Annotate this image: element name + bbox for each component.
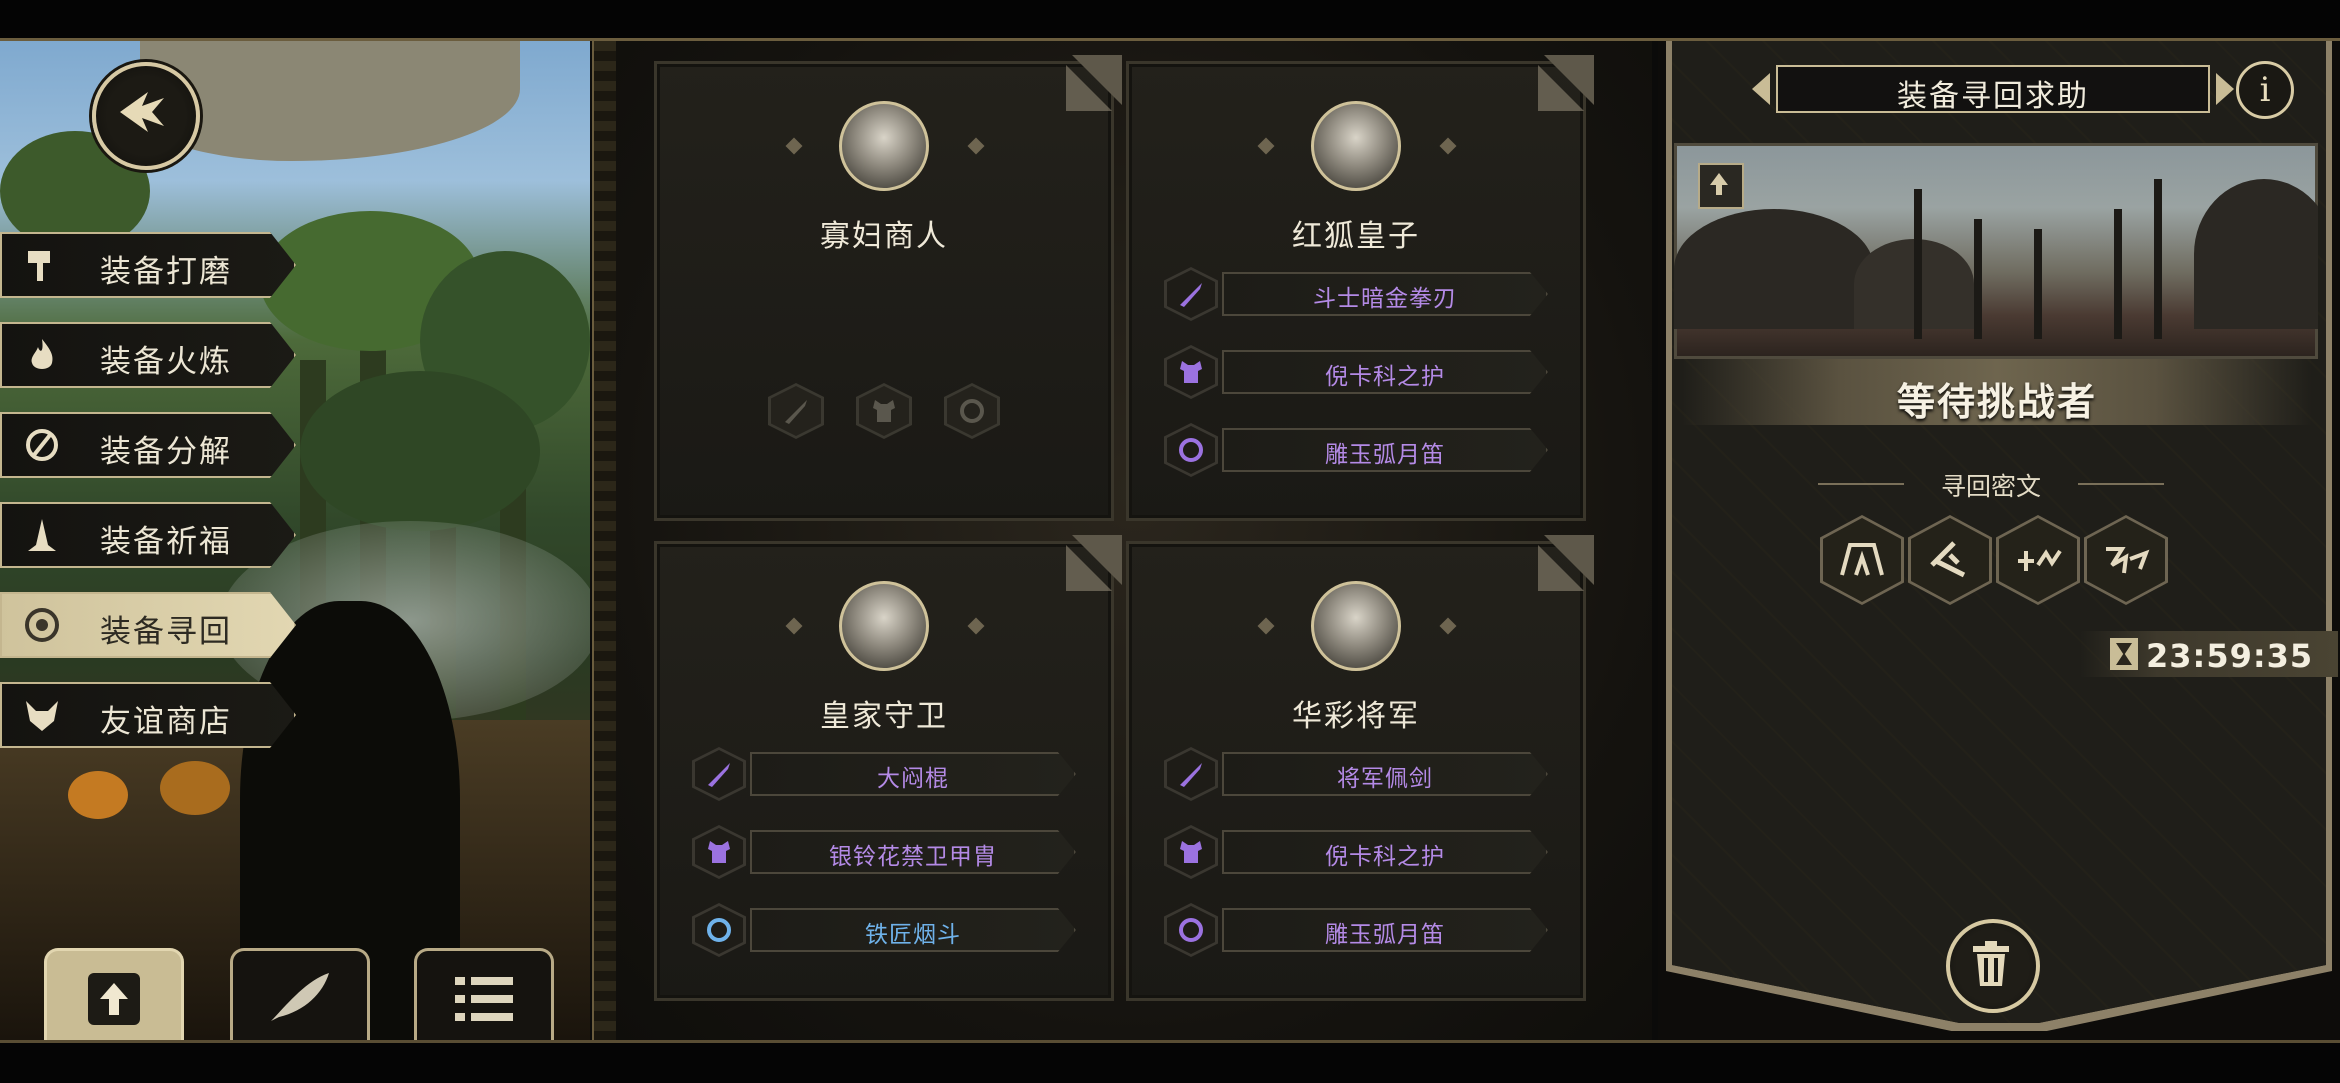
empty-weapon-slot bbox=[768, 383, 824, 439]
side-item-label: 装备打磨 bbox=[100, 254, 232, 290]
panel-title-plate: 装备寻回求助 bbox=[1752, 65, 2234, 114]
side-item-disassemble[interactable]: 装备分解 bbox=[0, 412, 296, 478]
target-icon bbox=[25, 608, 59, 642]
rune-3-icon bbox=[2018, 549, 2062, 571]
side-item-label: 装备火炼 bbox=[100, 344, 232, 380]
status-banner: 等待挑战者 bbox=[1682, 359, 2312, 425]
back-arrow-icon bbox=[120, 92, 164, 132]
avatar bbox=[1311, 581, 1401, 671]
avatar bbox=[1311, 101, 1401, 191]
upload-icon bbox=[88, 973, 140, 1025]
stage-preview-image bbox=[1674, 143, 2318, 359]
flame-icon bbox=[31, 339, 53, 369]
ring-icon bbox=[1179, 918, 1203, 942]
request-card[interactable]: 红狐皇子 斗士暗金拳刃 倪卡科之护 雕玉弧月笛 bbox=[1126, 55, 1594, 521]
equipment-row[interactable]: 雕玉弧月笛 bbox=[1164, 423, 1564, 477]
equipment-label: 倪卡科之护 bbox=[1325, 844, 1445, 870]
pray-icon bbox=[28, 519, 56, 551]
sword-icon bbox=[785, 400, 807, 424]
ring-icon bbox=[960, 399, 984, 423]
avatar bbox=[839, 581, 929, 671]
expand-button[interactable] bbox=[1698, 163, 1744, 209]
request-card[interactable]: 皇家守卫 大闷棍 银铃花禁卫甲胄 铁匠烟斗 bbox=[654, 535, 1122, 1001]
equipment-row[interactable]: 倪卡科之护 bbox=[1164, 825, 1564, 879]
equipment-row[interactable]: 铁匠烟斗 bbox=[692, 903, 1092, 957]
armor-icon bbox=[873, 400, 895, 422]
equipment-row[interactable]: 将军佩剑 bbox=[1164, 747, 1564, 801]
side-item-forge[interactable]: 装备火炼 bbox=[0, 322, 296, 388]
equipment-row[interactable]: 倪卡科之护 bbox=[1164, 345, 1564, 399]
trash-icon bbox=[1973, 941, 2009, 986]
delete-button[interactable] bbox=[1946, 919, 2040, 1013]
card-name: 华彩将军 bbox=[1292, 699, 1420, 734]
side-item-label: 友谊商店 bbox=[100, 704, 232, 740]
info-icon: i bbox=[2259, 70, 2271, 110]
retrieve-help-panel: 装备寻回求助 i 等待挑战者 寻回密文 23:59:35 bbox=[1658, 41, 2340, 1040]
side-item-retrieve[interactable]: 装备寻回 bbox=[0, 592, 296, 658]
sword-icon bbox=[1180, 283, 1202, 307]
card-name: 皇家守卫 bbox=[820, 699, 948, 734]
sword-icon bbox=[1180, 763, 1202, 787]
equipment-label: 将军佩剑 bbox=[1337, 766, 1433, 792]
bottom-nav-list[interactable] bbox=[414, 948, 554, 1043]
panel-title: 装备寻回求助 bbox=[1897, 79, 2089, 114]
arrow-up-icon bbox=[1710, 173, 1728, 195]
equipment-row[interactable]: 银铃花禁卫甲胄 bbox=[692, 825, 1092, 879]
rune-4-icon bbox=[2106, 547, 2150, 574]
fox-icon bbox=[26, 701, 58, 731]
side-item-friendship-shop[interactable]: 友谊商店 bbox=[0, 682, 296, 748]
sword-icon bbox=[708, 763, 730, 787]
rune-1-icon bbox=[1840, 543, 1884, 576]
avatar bbox=[839, 101, 929, 191]
side-item-label: 装备寻回 bbox=[100, 614, 232, 650]
request-grid: 寡妇商人 红狐皇子 斗士暗金拳刃 倪卡科之护 雕玉弧月笛 皇家守卫 大闷棍 银铃… bbox=[616, 41, 1652, 1040]
hammer-icon bbox=[28, 251, 50, 281]
empty-armor-slot bbox=[856, 383, 912, 439]
request-card[interactable]: 华彩将军 将军佩剑 倪卡科之护 雕玉弧月笛 bbox=[1126, 535, 1594, 1001]
card-name: 寡妇商人 bbox=[820, 219, 948, 254]
equipment-label: 雕玉弧月笛 bbox=[1325, 922, 1445, 948]
empty-accessory-slot bbox=[944, 383, 1000, 439]
ring-icon bbox=[707, 918, 731, 942]
side-item-bless[interactable]: 装备祈福 bbox=[0, 502, 296, 568]
side-item-label: 装备祈福 bbox=[100, 524, 232, 560]
list-icon bbox=[455, 977, 513, 1021]
countdown-timer: 23:59:35 bbox=[2080, 631, 2338, 677]
bottom-bar bbox=[0, 1040, 2340, 1083]
equipment-label: 大闷棍 bbox=[877, 766, 949, 792]
back-button[interactable] bbox=[92, 62, 200, 170]
equipment-row[interactable]: 斗士暗金拳刃 bbox=[1164, 267, 1564, 321]
equipment-label: 倪卡科之护 bbox=[1325, 364, 1445, 390]
info-button[interactable]: i bbox=[2236, 61, 2294, 119]
equipment-label: 斗士暗金拳刃 bbox=[1313, 286, 1457, 312]
feather-icon bbox=[271, 973, 329, 1021]
side-item-polish[interactable]: 装备打磨 bbox=[0, 232, 296, 298]
top-bar bbox=[0, 0, 2340, 41]
disassemble-icon bbox=[26, 429, 58, 461]
timer-text: 23:59:35 bbox=[2146, 637, 2314, 675]
armor-icon bbox=[1180, 841, 1202, 863]
hourglass-icon bbox=[2110, 638, 2138, 670]
side-item-label: 装备分解 bbox=[100, 434, 232, 470]
ring-icon bbox=[1179, 438, 1203, 462]
status-text: 等待挑战者 bbox=[1896, 380, 2097, 424]
equipment-label: 银铃花禁卫甲胄 bbox=[829, 844, 997, 870]
equipment-label: 铁匠烟斗 bbox=[865, 922, 961, 948]
equipment-row[interactable]: 大闷棍 bbox=[692, 747, 1092, 801]
cipher-label: 寻回密文 bbox=[1818, 467, 2164, 503]
armor-icon bbox=[1180, 361, 1202, 383]
equipment-label: 雕玉弧月笛 bbox=[1325, 442, 1445, 468]
bottom-nav-feather[interactable] bbox=[230, 948, 370, 1043]
ornate-divider bbox=[592, 41, 618, 1040]
equipment-row[interactable]: 雕玉弧月笛 bbox=[1164, 903, 1564, 957]
rune-2-icon bbox=[1930, 541, 1966, 578]
card-name: 红狐皇子 bbox=[1292, 219, 1420, 254]
request-card[interactable]: 寡妇商人 bbox=[654, 55, 1122, 521]
armor-icon bbox=[708, 841, 730, 863]
bottom-nav-upload[interactable] bbox=[44, 948, 184, 1043]
